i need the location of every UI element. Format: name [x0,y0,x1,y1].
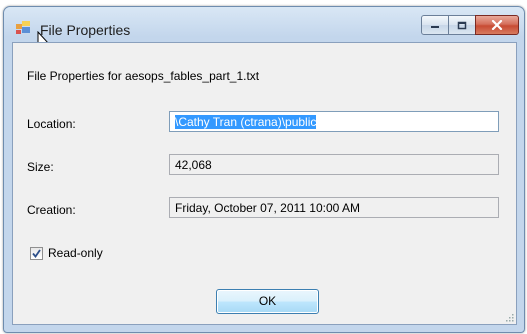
minimize-button[interactable] [421,15,449,35]
location-value: \Cathy Tran (ctrana)\public [175,115,317,129]
readonly-checkbox[interactable] [30,247,43,260]
readonly-label[interactable]: Read-only [48,246,103,260]
resize-grip-icon[interactable] [504,312,514,322]
minimize-icon [431,26,439,28]
caption-buttons [421,15,519,35]
ok-button[interactable]: OK [216,289,319,314]
maximize-icon [457,21,467,29]
size-label: Size: [27,160,54,174]
window-title: File Properties [40,22,131,38]
title-bar[interactable]: File Properties [4,7,524,53]
dialog-body: File Properties for aesops_fables_part_1… [12,42,517,325]
close-icon [491,20,503,30]
app-icon[interactable] [16,21,30,35]
creation-label: Creation: [27,203,76,217]
file-properties-window: File Properties File Properties for aeso… [3,6,525,333]
maximize-button[interactable] [448,15,476,35]
size-field[interactable]: 42,068 [169,154,499,175]
location-field[interactable]: \Cathy Tran (ctrana)\public [169,111,499,132]
location-label: Location: [27,117,76,131]
file-heading: File Properties for aesops_fables_part_1… [27,69,260,83]
checkmark-icon [32,249,41,258]
close-button[interactable] [475,15,519,35]
creation-field[interactable]: Friday, October 07, 2011 10:00 AM [169,197,499,218]
